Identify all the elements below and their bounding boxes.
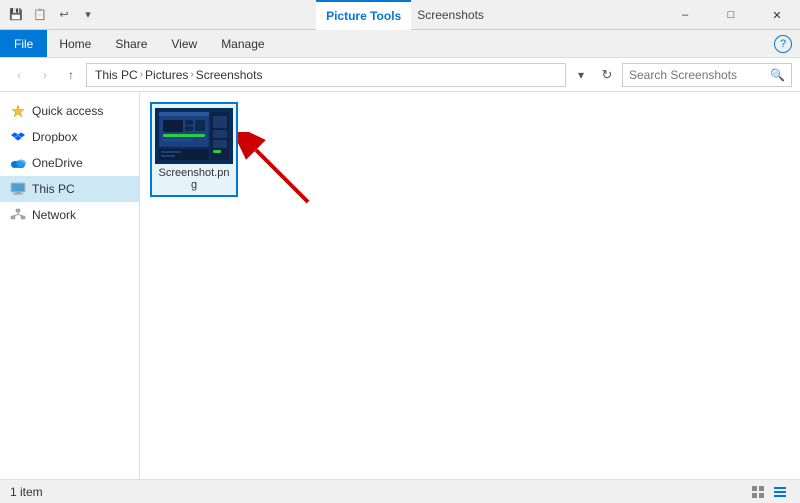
onedrive-icon [10,155,26,171]
computer-icon [10,181,26,197]
title-bar-label: Picture Tools Screenshots [316,0,484,29]
menu-share[interactable]: Share [103,30,159,57]
menu-manage[interactable]: Manage [209,30,276,57]
sidebar-item-this-pc[interactable]: This PC [0,176,139,202]
file-item-screenshot[interactable]: Screenshot.png [150,102,238,197]
minimize-button[interactable]: – [662,0,708,30]
arrow-annotation [238,132,318,215]
picture-tools-label: Picture Tools [326,9,401,23]
breadcrumb[interactable]: This PC › Pictures › Screenshots [86,63,566,87]
maximize-button[interactable]: □ [708,0,754,30]
file-grid: Screenshot.png [150,102,790,197]
sidebar-item-dropbox[interactable]: Dropbox [0,124,139,150]
details-view-button[interactable] [770,482,790,502]
menu-home[interactable]: Home [47,30,103,57]
title-bar: 💾 📋 ↩ ▾ Picture Tools Screenshots – □ ✕ [0,0,800,30]
bc-sep-2: › [190,69,193,80]
sidebar-item-quick-access[interactable]: Quick access [0,98,139,124]
properties-button[interactable]: 📋 [30,5,50,25]
menu-right: ? [774,30,800,57]
dropdown-button[interactable]: ▾ [570,64,592,86]
sidebar-label-dropbox: Dropbox [32,130,77,144]
view-controls [748,482,790,502]
bc-pictures: Pictures [145,68,188,82]
quick-access-toolbar: 💾 📋 ↩ ▾ [0,0,104,29]
save-button[interactable]: 💾 [6,5,26,25]
window-controls: – □ ✕ [662,0,800,29]
bc-thispc: This PC [95,68,138,82]
undo-button[interactable]: ↩ [54,5,74,25]
main-layout: Quick access Dropbox [0,92,800,479]
file-thumbnail [155,108,233,164]
large-icon-view-button[interactable] [748,482,768,502]
menu-view[interactable]: View [159,30,209,57]
file-name: Screenshot.png [156,167,232,191]
close-button[interactable]: ✕ [754,0,800,30]
dropbox-icon [10,129,26,145]
sidebar-item-onedrive[interactable]: OneDrive [0,150,139,176]
sidebar-label-onedrive: OneDrive [32,156,83,170]
content-area: Screenshot.png [140,92,800,479]
sidebar: Quick access Dropbox [0,92,140,479]
search-input[interactable] [629,68,766,82]
search-bar: 🔍 [622,63,792,87]
qat-dropdown[interactable]: ▾ [78,5,98,25]
search-icon: 🔍 [770,68,785,82]
help-button[interactable]: ? [774,35,792,53]
forward-button[interactable]: › [34,64,56,86]
sidebar-label-quick-access: Quick access [32,104,103,118]
item-count: 1 item [10,485,43,499]
back-button[interactable]: ‹ [8,64,30,86]
sidebar-label-this-pc: This PC [32,182,75,196]
menu-bar: File Home Share View Manage ? [0,30,800,58]
menu-file[interactable]: File [0,30,47,57]
picture-tools-tab[interactable]: Picture Tools [316,0,411,30]
star-icon [10,103,26,119]
refresh-button[interactable]: ↻ [596,64,618,86]
sidebar-label-network: Network [32,208,76,222]
window-title: Screenshots [417,8,484,22]
status-bar: 1 item [0,479,800,503]
up-button[interactable]: ↑ [60,64,82,86]
address-bar: ‹ › ↑ This PC › Pictures › Screenshots ▾… [0,58,800,92]
bc-sep-1: › [140,69,143,80]
bc-screenshots: Screenshots [196,68,263,82]
network-icon [10,207,26,223]
sidebar-item-network[interactable]: Network [0,202,139,228]
